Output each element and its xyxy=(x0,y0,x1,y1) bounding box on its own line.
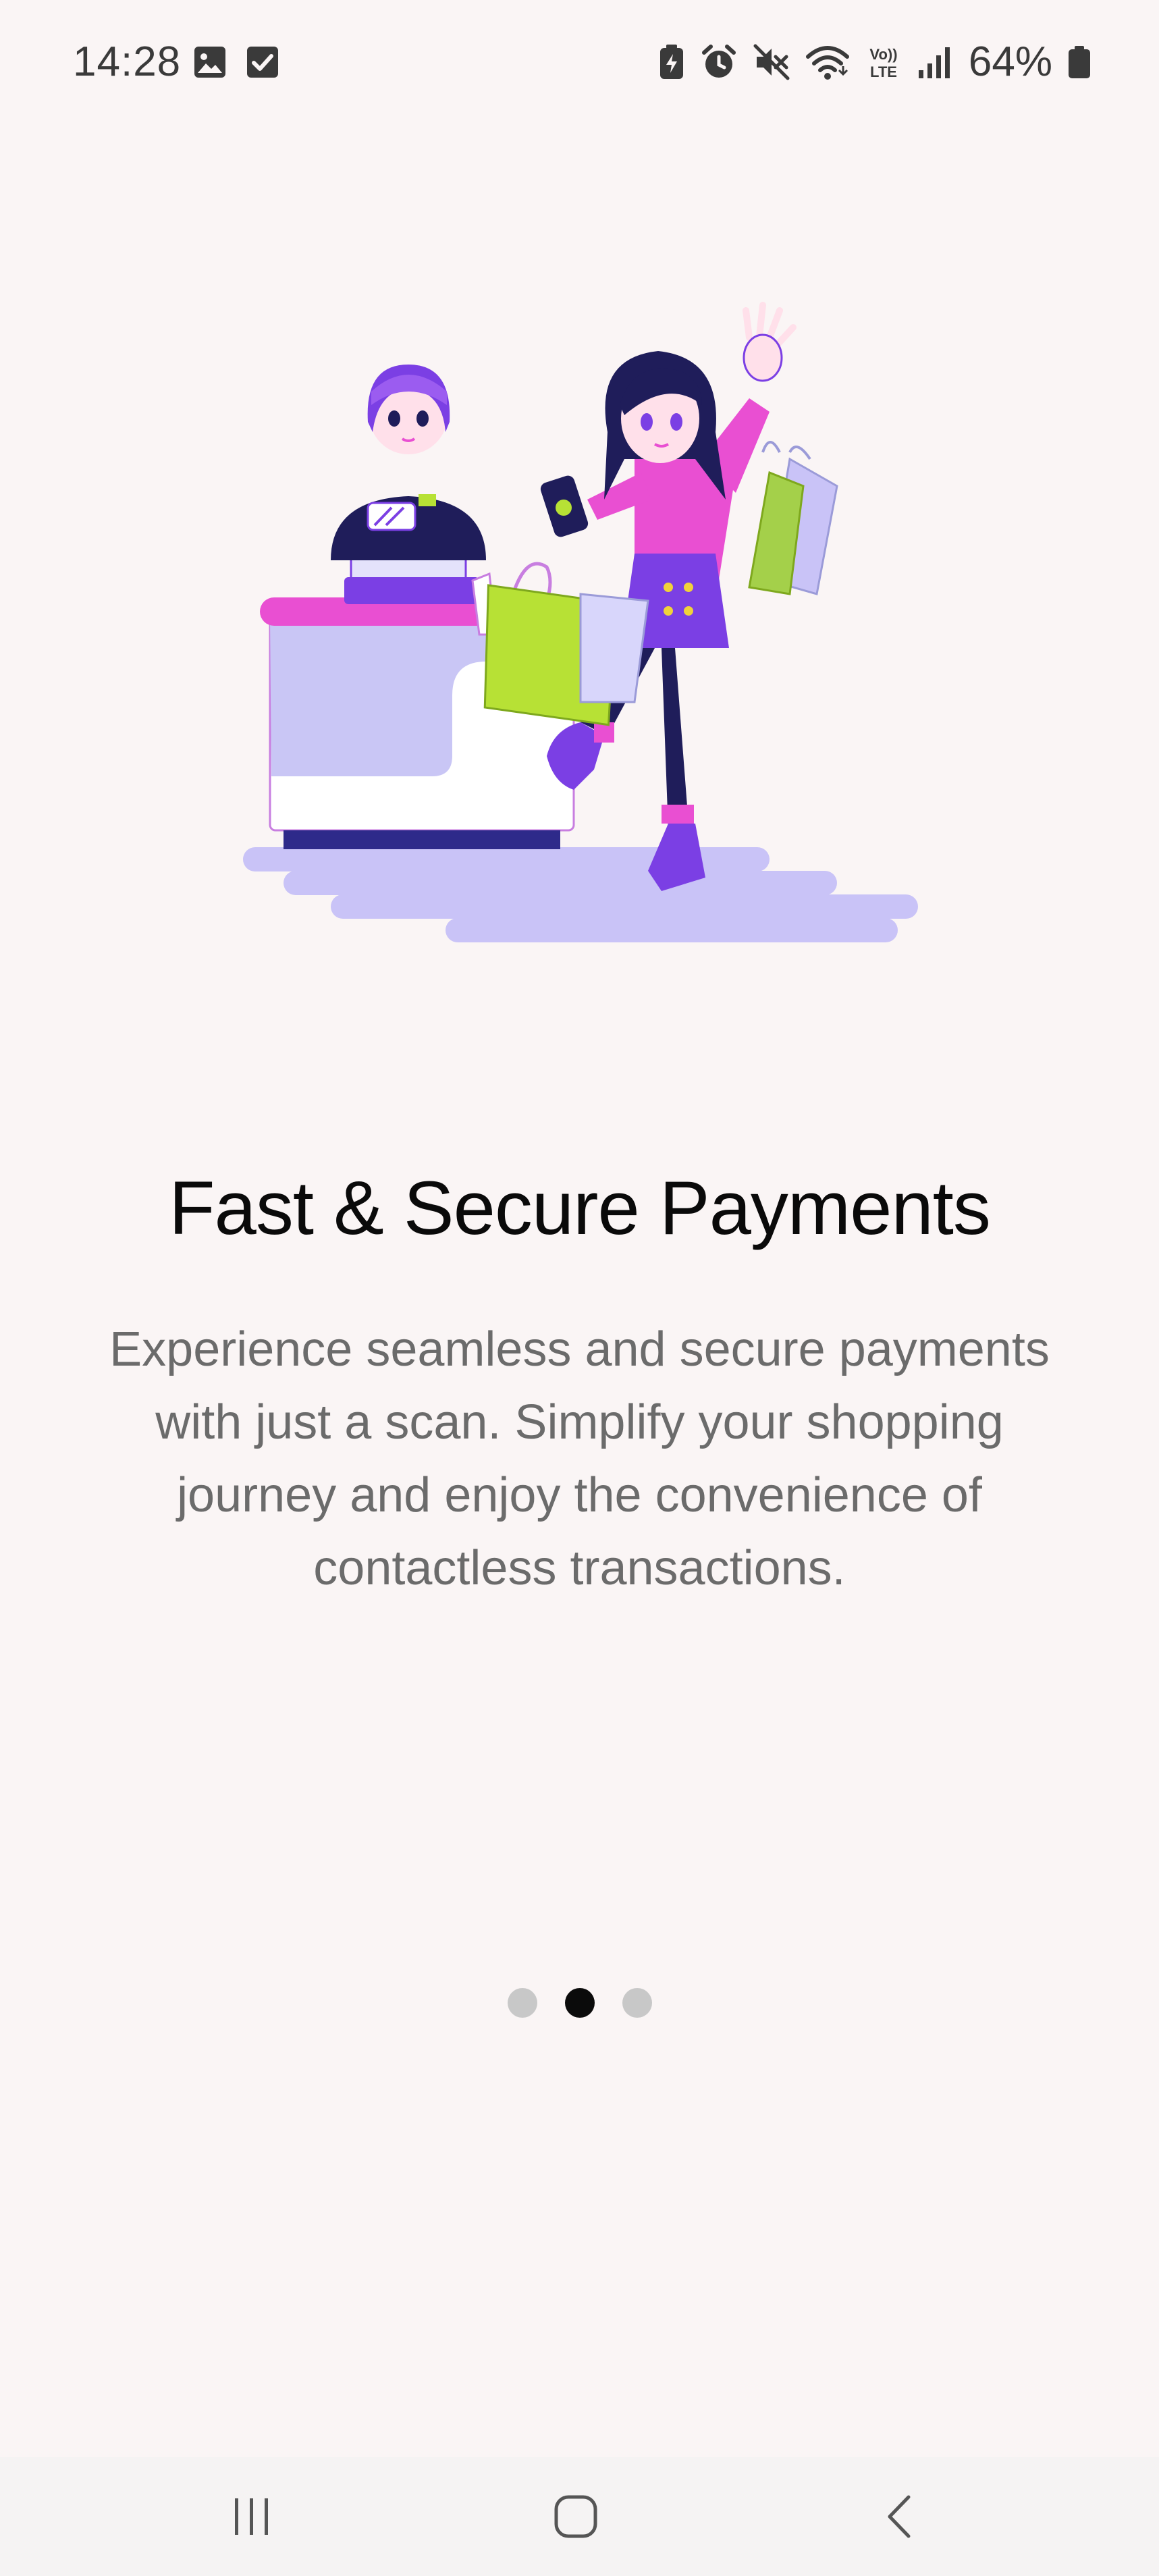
wifi-icon xyxy=(805,43,850,81)
volte-label-top: Vo)) xyxy=(869,46,897,63)
page-dot-2-active[interactable] xyxy=(564,1988,595,2018)
floor-shadow xyxy=(243,847,918,942)
recent-apps-icon xyxy=(228,2493,275,2544)
cashier-figure xyxy=(331,365,486,560)
onboarding-illustration xyxy=(230,297,932,972)
onboarding-title: Fast & Secure Payments xyxy=(169,1166,991,1250)
page-dot-1[interactable] xyxy=(507,1988,537,2018)
onboarding-screen: 14:28 Vo)) LTE 64% Fast & Secure Payment… xyxy=(0,0,1159,2576)
mute-icon xyxy=(753,43,790,81)
image-icon xyxy=(192,45,227,80)
status-left-icons xyxy=(192,45,280,80)
back-icon xyxy=(878,2493,925,2544)
recent-apps-button[interactable] xyxy=(215,2484,289,2552)
home-button[interactable] xyxy=(539,2484,613,2552)
system-nav-bar xyxy=(0,2457,1159,2576)
status-time: 14:28 xyxy=(73,38,182,85)
back-button[interactable] xyxy=(864,2484,938,2552)
volte-label-bottom: LTE xyxy=(870,63,897,80)
battery-saver-icon xyxy=(658,43,685,81)
alarm-icon xyxy=(700,43,738,81)
checkbox-icon xyxy=(245,45,280,80)
volte-icon: Vo)) LTE xyxy=(865,43,902,81)
home-icon xyxy=(552,2493,599,2544)
battery-icon xyxy=(1067,43,1091,81)
battery-percent: 64% xyxy=(968,38,1052,85)
page-indicator xyxy=(0,1988,1159,2018)
status-bar: 14:28 Vo)) LTE 64% xyxy=(0,0,1159,128)
onboarding-description: Experience seamless and secure payments … xyxy=(109,1322,1050,1595)
page-dot-3[interactable] xyxy=(622,1988,652,2018)
signal-icon xyxy=(917,43,954,81)
status-right-icons: Vo)) LTE 64% xyxy=(658,35,1091,89)
